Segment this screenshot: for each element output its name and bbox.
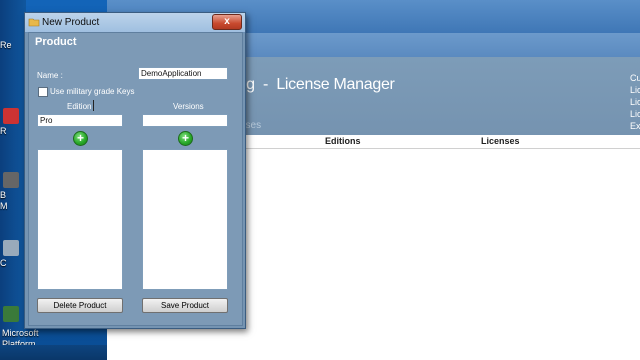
military-keys-label: Use military grade Keys	[50, 87, 135, 96]
column-editions[interactable]: Editions	[325, 136, 361, 146]
close-button[interactable]: x	[212, 14, 242, 30]
folder-icon	[28, 16, 40, 28]
versions-label: Versions	[173, 102, 204, 111]
plus-icon: +	[76, 131, 84, 145]
versions-input[interactable]	[142, 114, 228, 127]
side-label: Lic	[630, 109, 640, 119]
desktop-item-platform[interactable]	[0, 306, 24, 324]
editions-list[interactable]	[37, 149, 123, 290]
app-icon	[3, 108, 19, 124]
dialog-titlebar[interactable]: New Product x	[25, 13, 245, 33]
name-label: Name :	[37, 71, 63, 80]
military-keys-checkbox[interactable]	[38, 87, 48, 97]
delete-product-button[interactable]: Delete Product	[37, 298, 123, 313]
save-product-button[interactable]: Save Product	[142, 298, 228, 313]
close-icon: x	[224, 16, 230, 27]
text-cursor	[93, 100, 94, 111]
edition-label: Edition	[67, 102, 92, 111]
desktop-item-r[interactable]: R	[0, 108, 24, 137]
section-heading: Product	[35, 36, 77, 48]
dialog-title: New Product	[42, 17, 100, 28]
new-product-dialog: New Product x Product Name : Use militar…	[24, 12, 246, 329]
edition-input[interactable]	[37, 114, 123, 127]
app-icon	[3, 240, 19, 256]
add-edition-button[interactable]: +	[73, 131, 88, 146]
desktop-label: Re	[0, 40, 12, 50]
add-version-button[interactable]: +	[178, 131, 193, 146]
platform-icon	[3, 306, 19, 322]
dialog-body: Product Name : Use military grade Keys E…	[28, 32, 243, 326]
desktop-label: B	[0, 190, 7, 200]
side-label: Lic	[630, 97, 640, 107]
taskbar-edge	[0, 345, 107, 360]
side-label: Ex	[630, 121, 640, 131]
desktop-item-c[interactable]: C	[0, 240, 24, 269]
app-icon	[3, 172, 19, 188]
column-licenses[interactable]: Licenses	[481, 136, 520, 146]
desktop-label: R	[0, 126, 7, 136]
side-label: Cu	[630, 73, 640, 83]
plus-icon: +	[181, 131, 189, 145]
desktop-label: M	[0, 201, 8, 211]
versions-list[interactable]	[142, 149, 228, 290]
name-field[interactable]	[138, 67, 228, 80]
desktop-item-b[interactable]: B M	[0, 172, 24, 212]
desktop-item-top[interactable]: Re	[0, 40, 24, 51]
desktop-label: C	[0, 258, 7, 268]
side-label: Lic	[630, 85, 640, 95]
